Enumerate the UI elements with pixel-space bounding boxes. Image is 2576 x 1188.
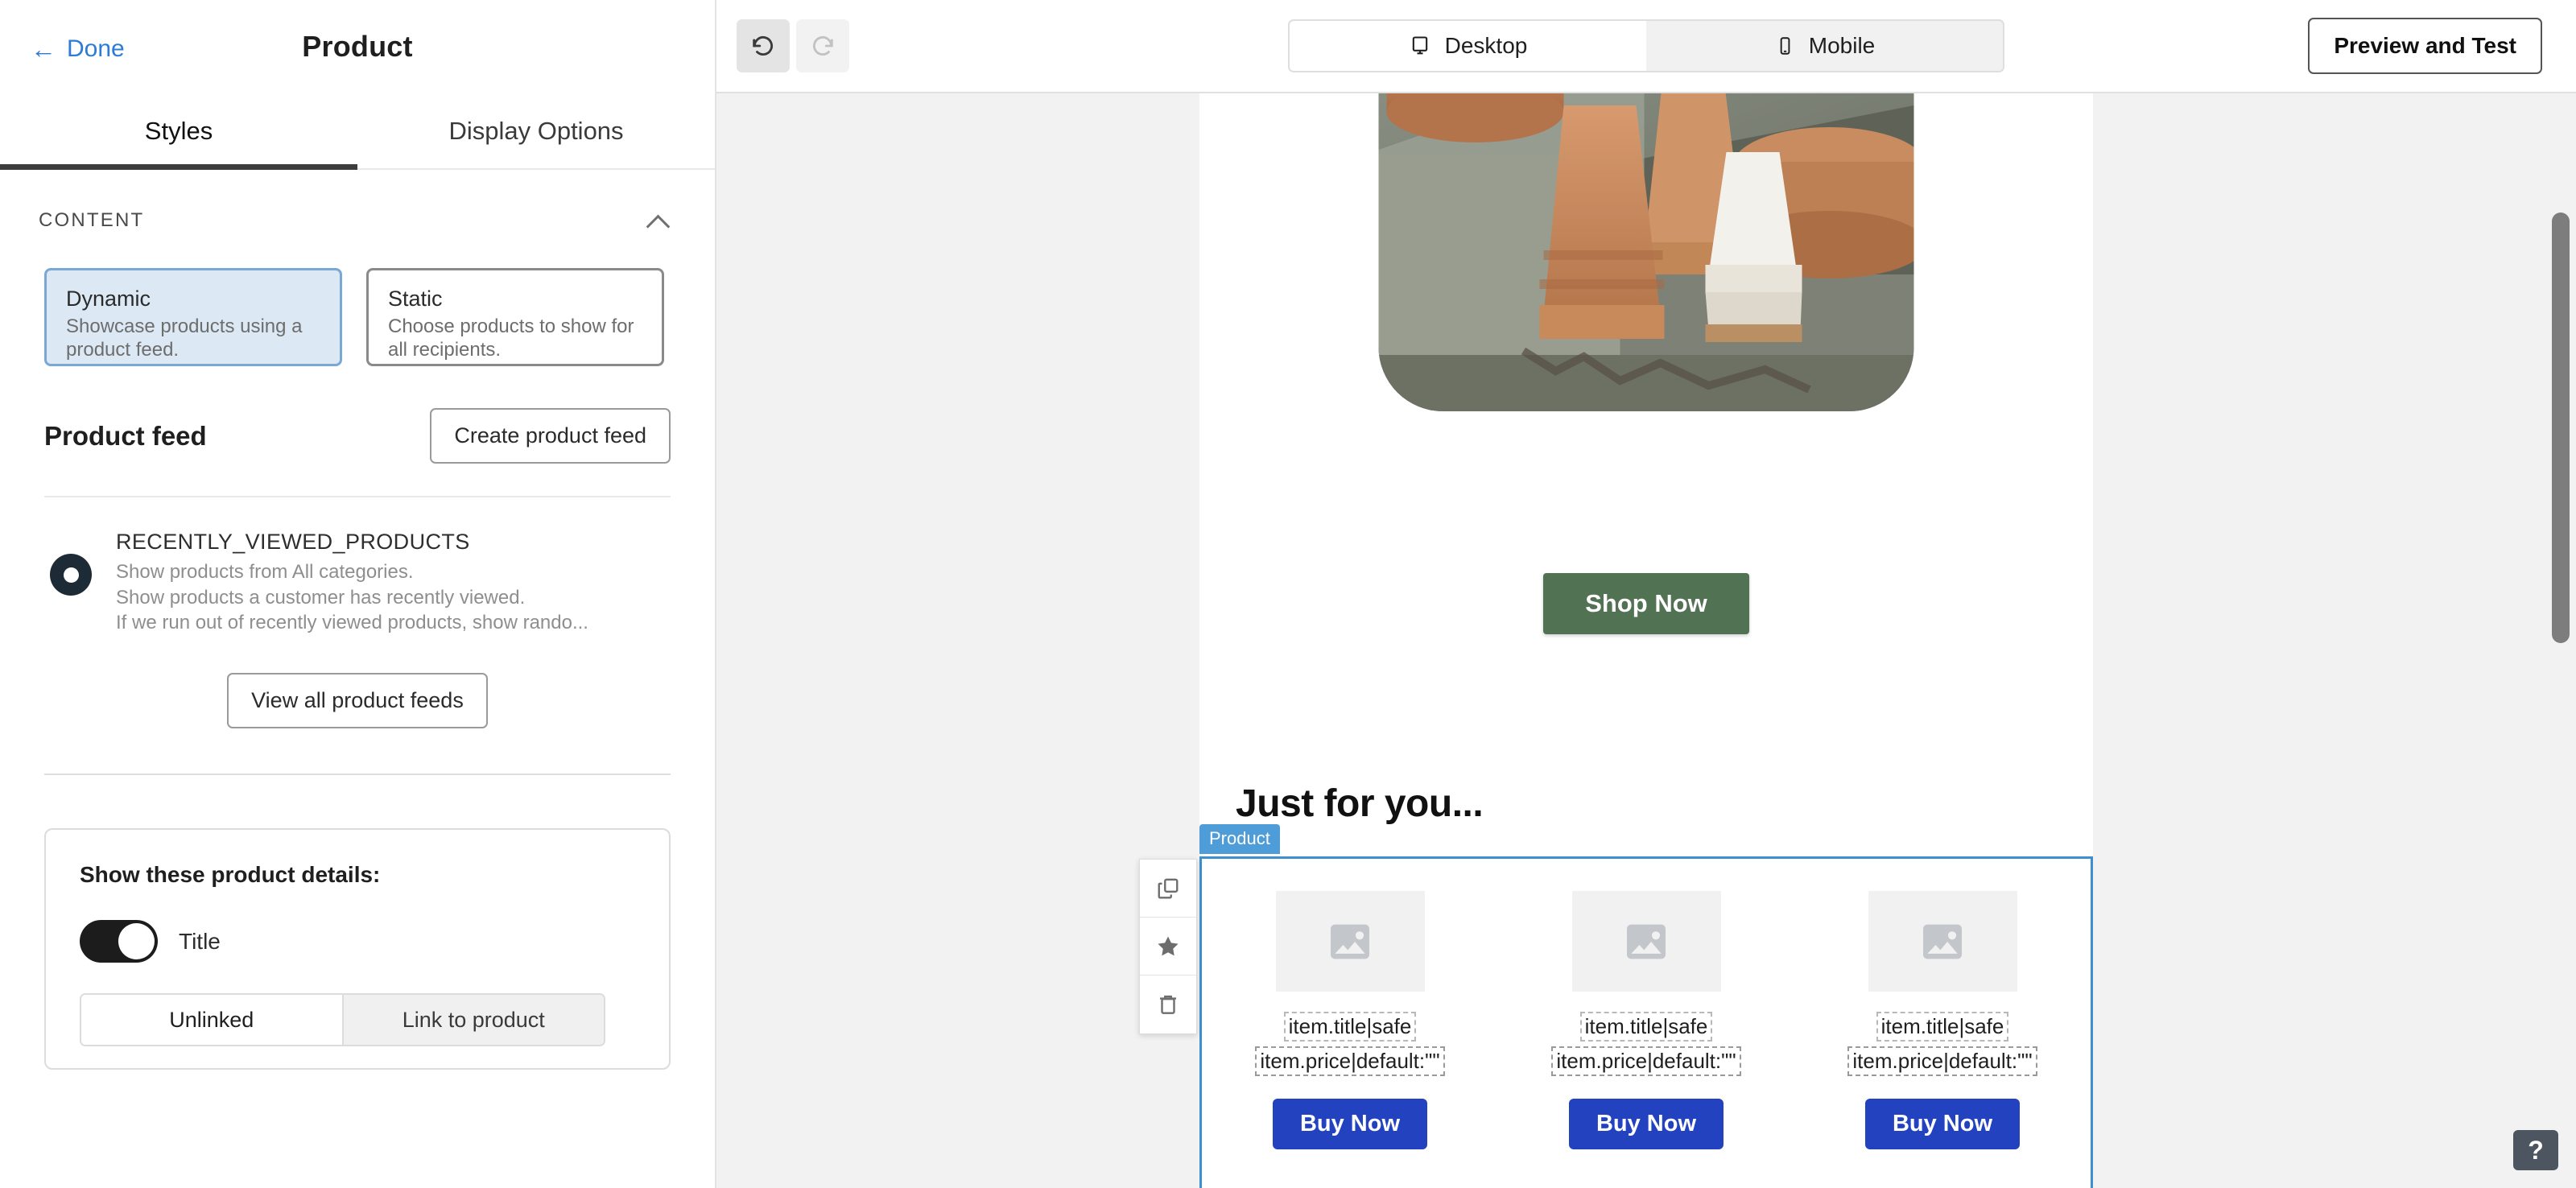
done-button[interactable]: ← Done	[31, 35, 125, 63]
tab-display-options-label: Display Options	[448, 116, 624, 145]
product-card[interactable]: item.title|safe item.price|default:"" Bu…	[1525, 891, 1767, 1149]
image-placeholder-icon	[1331, 924, 1369, 959]
product-feed-line3: If we run out of recently viewed product…	[116, 612, 588, 634]
radio-selected-icon[interactable]	[50, 554, 92, 596]
canvas-scrollbar-thumb[interactable]	[2552, 212, 2570, 643]
product-feed-info: RECENTLY_VIEWED_PRODUCTS Show products f…	[116, 528, 588, 636]
chevron-up-icon[interactable]	[646, 208, 671, 233]
trash-icon	[1160, 995, 1176, 1014]
product-block[interactable]: item.title|safe item.price|default:"" Bu…	[1139, 856, 2093, 1188]
product-card[interactable]: item.title|safe item.price|default:"" Bu…	[1229, 891, 1471, 1149]
email-body: Shop Now Just for you... Product item.ti…	[1139, 93, 2093, 1188]
product-card[interactable]: item.title|safe item.price|default:"" Bu…	[1822, 891, 2063, 1149]
product-price-placeholder[interactable]: item.price|default:""	[1551, 1046, 1741, 1076]
product-image-placeholder[interactable]	[1868, 891, 2017, 992]
device-mobile-label: Mobile	[1808, 33, 1876, 58]
done-label: Done	[67, 35, 125, 62]
block-floating-toolbar	[1139, 859, 1197, 1034]
duplicate-block-button[interactable]	[1140, 860, 1196, 918]
product-title-placeholder[interactable]: item.title|safe	[1876, 1012, 2009, 1042]
app-root: ← Done Product Styles Display Options CO…	[0, 0, 2576, 1188]
device-desktop-button[interactable]: Desktop	[1290, 21, 1646, 71]
settings-sidebar: ← Done Product Styles Display Options CO…	[0, 0, 716, 1188]
view-all-wrapper: View all product feeds	[0, 636, 715, 729]
choice-static[interactable]: Static Choose products to show for all r…	[366, 268, 664, 366]
sidebar-header: ← Done Product	[0, 0, 715, 93]
product-details-card: Show these product details: Title Unlink…	[44, 828, 671, 1070]
title-toggle-row: Title	[80, 920, 635, 963]
history-buttons	[737, 19, 849, 72]
choice-static-title: Static	[388, 287, 443, 311]
shop-now-button[interactable]: Shop Now	[1543, 573, 1749, 634]
content-section-label: CONTENT	[39, 209, 145, 231]
title-toggle[interactable]	[80, 920, 158, 963]
tab-display-options[interactable]: Display Options	[357, 93, 715, 168]
preview-and-test-button[interactable]: Preview and Test	[2308, 18, 2542, 74]
device-desktop-label: Desktop	[1444, 33, 1528, 58]
duplicate-icon	[1158, 878, 1179, 898]
link-mode-segmented-control: Unlinked Link to product	[80, 993, 605, 1047]
undo-arrow-icon	[753, 35, 773, 56]
choice-dynamic-title: Dynamic	[66, 287, 151, 311]
product-feed-row: Product feed Create product feed	[0, 366, 715, 464]
divider-bottom	[44, 773, 671, 776]
monitor-icon	[1412, 36, 1427, 55]
product-feed-line2: Show products a customer has recently vi…	[116, 586, 526, 608]
title-toggle-label: Title	[179, 928, 221, 954]
product-price-placeholder[interactable]: item.price|default:""	[1847, 1046, 2037, 1076]
phone-icon	[1780, 37, 1790, 55]
choice-dynamic[interactable]: Dynamic Showcase products using a produc…	[44, 268, 342, 366]
segment-link-to-product[interactable]: Link to product	[343, 995, 604, 1046]
hero-image-graphic	[1378, 93, 1914, 411]
product-feed-name: RECENTLY_VIEWED_PRODUCTS	[116, 530, 470, 554]
product-title-placeholder[interactable]: item.title|safe	[1579, 1012, 1713, 1042]
segment-unlinked[interactable]: Unlinked	[81, 995, 344, 1046]
editor-toolbar: Desktop Mobile Preview and Test	[716, 0, 2576, 93]
device-toggle: Desktop Mobile	[1288, 19, 2004, 72]
selected-block-tag: Product	[1199, 824, 1280, 854]
product-price-placeholder[interactable]: item.price|default:""	[1255, 1046, 1445, 1076]
content-type-choices: Dynamic Showcase products using a produc…	[0, 233, 715, 366]
redo-button[interactable]	[796, 19, 849, 72]
image-placeholder-icon	[1627, 924, 1666, 959]
product-details-title: Show these product details:	[80, 862, 381, 888]
view-all-product-feeds-button[interactable]: View all product feeds	[227, 673, 488, 729]
device-mobile-button[interactable]: Mobile	[1646, 21, 2003, 71]
choice-static-desc: Choose products to show for all recipien…	[388, 316, 634, 361]
content-section-header[interactable]: CONTENT	[0, 170, 715, 233]
just-for-you-heading[interactable]: Just for you...	[1236, 782, 1484, 826]
product-image-placeholder[interactable]	[1571, 891, 1721, 992]
favorite-block-button[interactable]	[1140, 918, 1196, 976]
delete-block-button[interactable]	[1140, 976, 1196, 1033]
choice-dynamic-desc: Showcase products using a product feed.	[66, 316, 303, 361]
star-icon	[1158, 935, 1179, 955]
segment-unlinked-label: Unlinked	[169, 1007, 254, 1032]
undo-button[interactable]	[737, 19, 790, 72]
help-button[interactable]: ?	[2513, 1130, 2558, 1170]
tab-styles[interactable]: Styles	[0, 93, 357, 170]
product-feed-label: Product feed	[44, 420, 207, 451]
hero-image[interactable]	[1378, 93, 1914, 411]
redo-arrow-icon	[813, 35, 833, 56]
buy-now-button[interactable]: Buy Now	[1568, 1099, 1724, 1149]
create-product-feed-button[interactable]: Create product feed	[430, 408, 671, 464]
shop-now-wrapper: Shop Now	[1199, 573, 2093, 634]
back-arrow-icon: ←	[31, 35, 56, 64]
sidebar-tabs: Styles Display Options	[0, 93, 715, 170]
email-canvas-area[interactable]: Shop Now Just for you... Product item.ti…	[716, 93, 2576, 1188]
product-grid: item.title|safe item.price|default:"" Bu…	[1202, 859, 2091, 1149]
sidebar-body: CONTENT Dynamic Showcase products using …	[0, 170, 715, 1070]
buy-now-button[interactable]: Buy Now	[1864, 1099, 2021, 1149]
tab-styles-label: Styles	[144, 116, 213, 145]
product-feed-line1: Show products from All categories.	[116, 561, 414, 583]
image-placeholder-icon	[1923, 924, 1962, 959]
editor-pane: Desktop Mobile Preview and Test Shop Now…	[716, 0, 2576, 1188]
buy-now-button[interactable]: Buy Now	[1272, 1099, 1428, 1149]
segment-link-to-product-label: Link to product	[402, 1007, 545, 1032]
product-title-placeholder[interactable]: item.title|safe	[1283, 1012, 1417, 1042]
product-image-placeholder[interactable]	[1275, 891, 1425, 992]
product-feed-item[interactable]: RECENTLY_VIEWED_PRODUCTS Show products f…	[0, 497, 715, 636]
